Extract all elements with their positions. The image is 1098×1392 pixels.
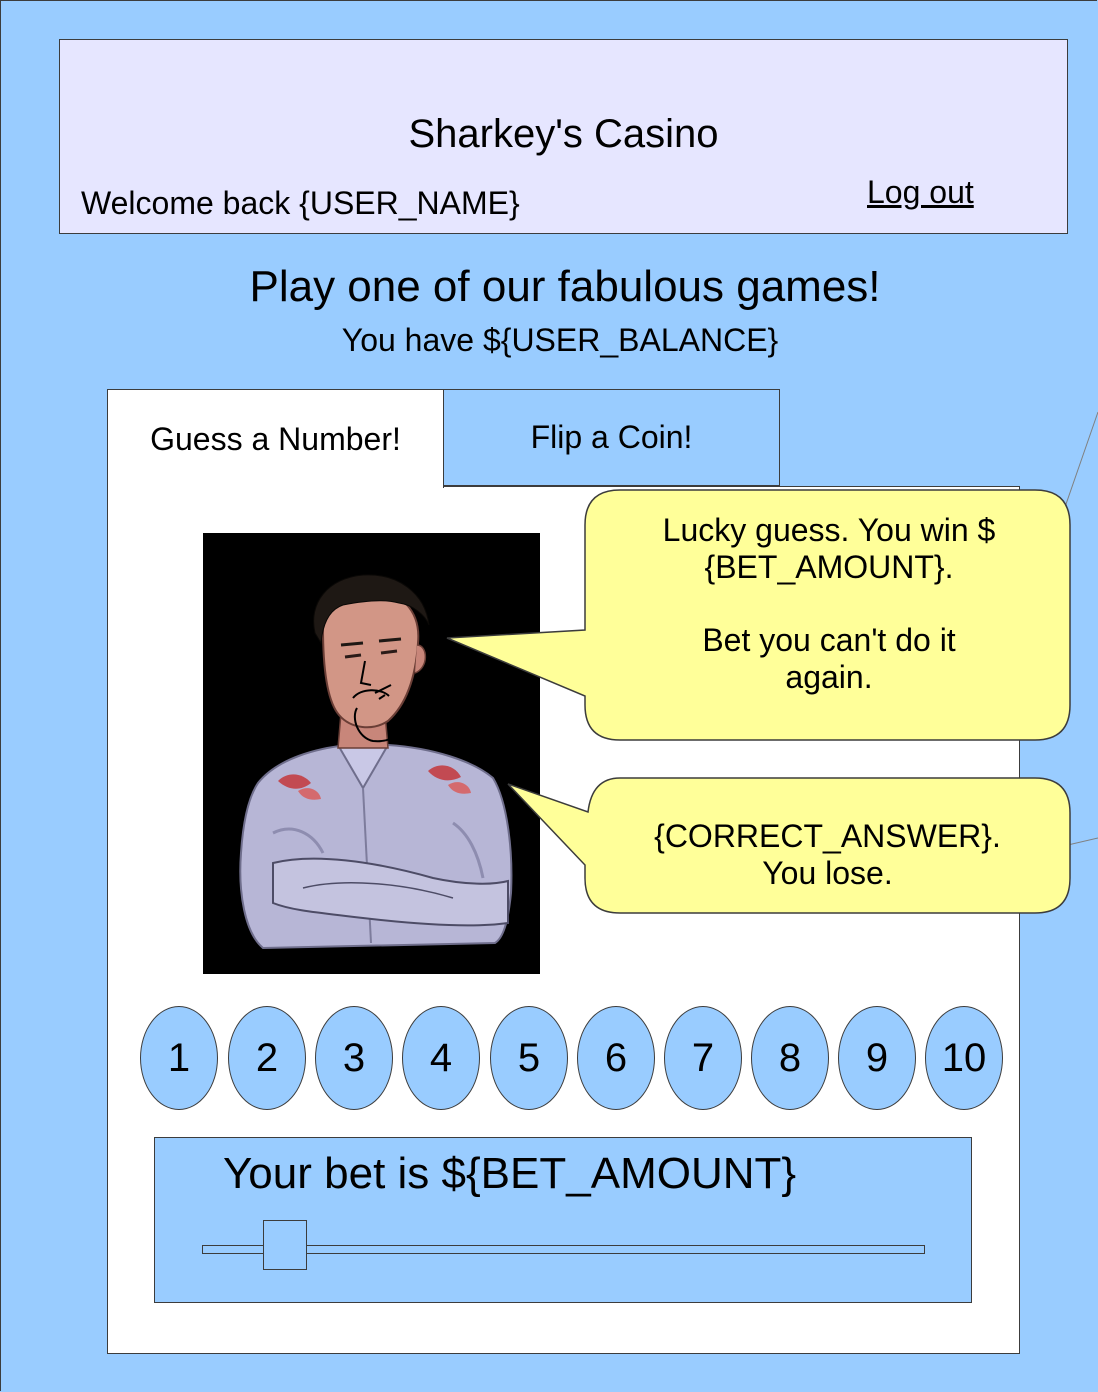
page-headline: Play one of our fabulous games! bbox=[249, 262, 881, 311]
site-title: Sharkey's Casino bbox=[408, 112, 719, 156]
site-header: Sharkey's Casino Welcome back {USER_NAME… bbox=[59, 39, 1068, 234]
number-button-6[interactable]: 6 bbox=[577, 1006, 655, 1110]
logout-link[interactable]: Log out bbox=[867, 174, 974, 211]
tab-guess-a-number[interactable]: Guess a Number! bbox=[107, 389, 444, 488]
number-button-9[interactable]: 9 bbox=[838, 1006, 916, 1110]
number-button-4[interactable]: 4 bbox=[402, 1006, 480, 1110]
number-button-2[interactable]: 2 bbox=[228, 1006, 306, 1110]
tab-flip-a-coin[interactable]: Flip a Coin! bbox=[443, 389, 780, 486]
number-button-3[interactable]: 3 bbox=[315, 1006, 393, 1110]
number-button-8[interactable]: 8 bbox=[751, 1006, 829, 1110]
number-button-1[interactable]: 1 bbox=[140, 1006, 218, 1110]
bet-panel: Your bet is ${BET_AMOUNT} bbox=[154, 1137, 972, 1303]
balance-text: You have ${USER_BALANCE} bbox=[341, 322, 779, 358]
number-button-7[interactable]: 7 bbox=[664, 1006, 742, 1110]
lose-message: {CORRECT_ANSWER}. You lose. bbox=[654, 818, 1001, 891]
number-button-5[interactable]: 5 bbox=[490, 1006, 568, 1110]
number-button-10[interactable]: 10 bbox=[925, 1006, 1003, 1110]
bet-amount-label: Your bet is ${BET_AMOUNT} bbox=[223, 1149, 797, 1198]
bet-slider-track[interactable] bbox=[202, 1245, 925, 1254]
win-message: Lucky guess. You win $ {BET_AMOUNT}. Bet… bbox=[662, 512, 996, 696]
welcome-message: Welcome back {USER_NAME} bbox=[81, 185, 520, 221]
dealer-image bbox=[203, 533, 540, 974]
dealer-portrait bbox=[239, 574, 513, 950]
bet-slider-thumb[interactable] bbox=[263, 1220, 307, 1270]
